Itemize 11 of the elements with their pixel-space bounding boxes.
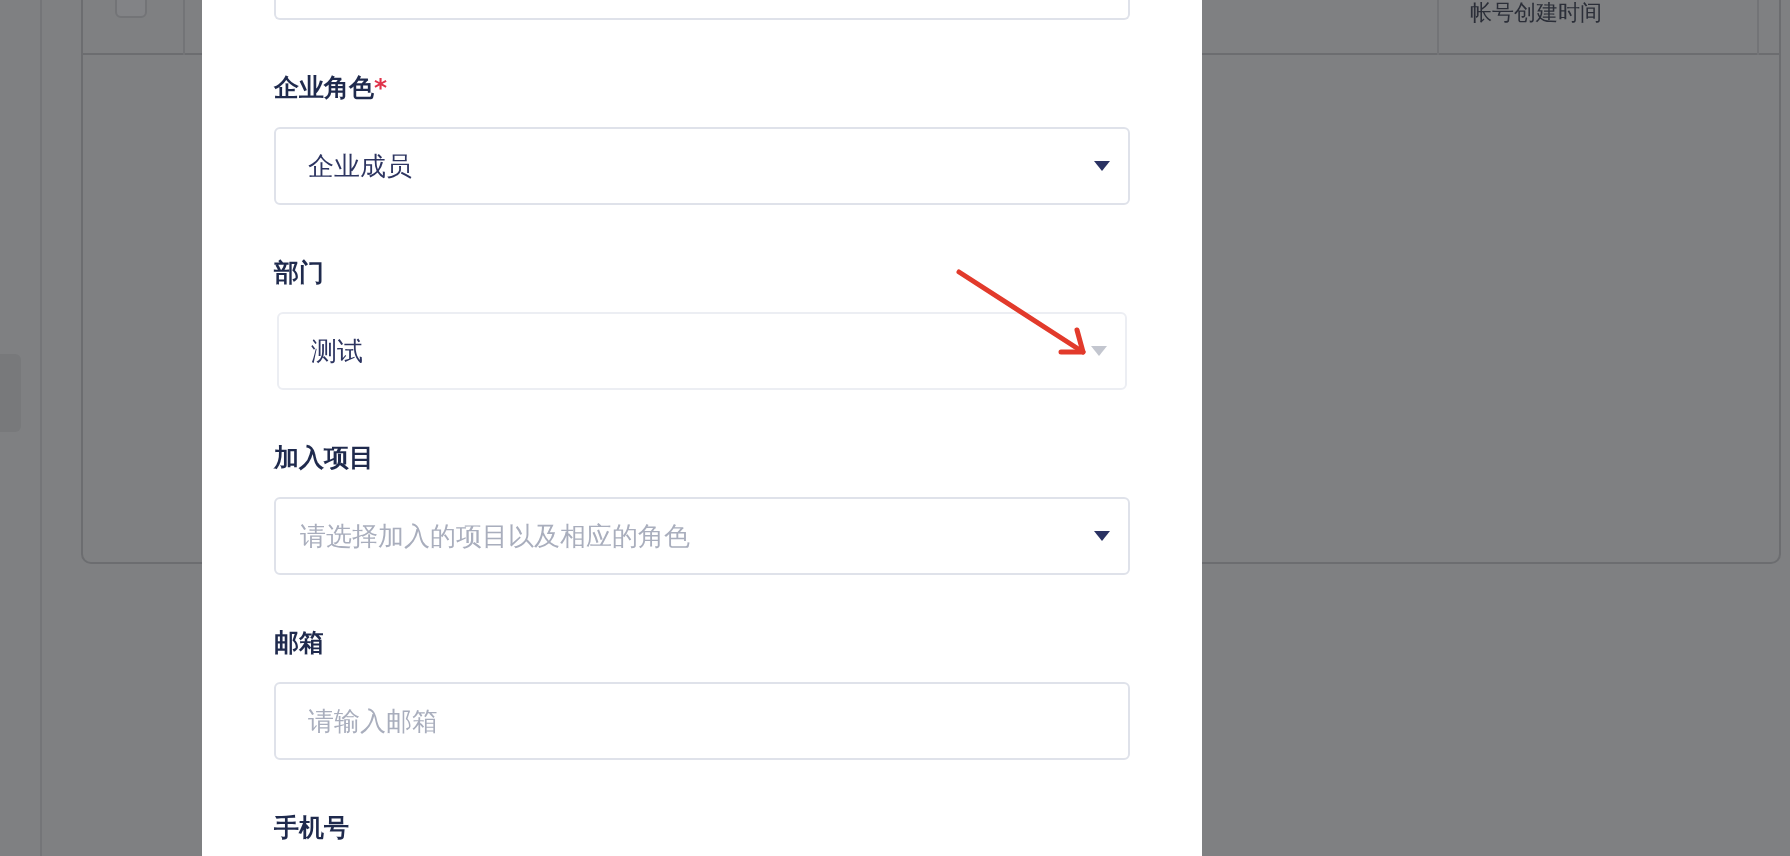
caret-icon <box>1094 161 1110 171</box>
caret-icon <box>1091 346 1107 356</box>
field-label: 邮箱 <box>274 627 324 659</box>
field-label: 加入项目 <box>274 442 374 474</box>
field-label: 手机号 <box>274 812 349 844</box>
field-label: 企业角色* <box>274 72 388 104</box>
caret-icon <box>1094 531 1110 541</box>
select-field[interactable]: 企业成员 <box>274 127 1130 205</box>
column-header: 帐号创建时间 <box>1470 0 1602 26</box>
input-field[interactable] <box>274 0 1130 20</box>
field-label: 部门 <box>274 257 324 289</box>
